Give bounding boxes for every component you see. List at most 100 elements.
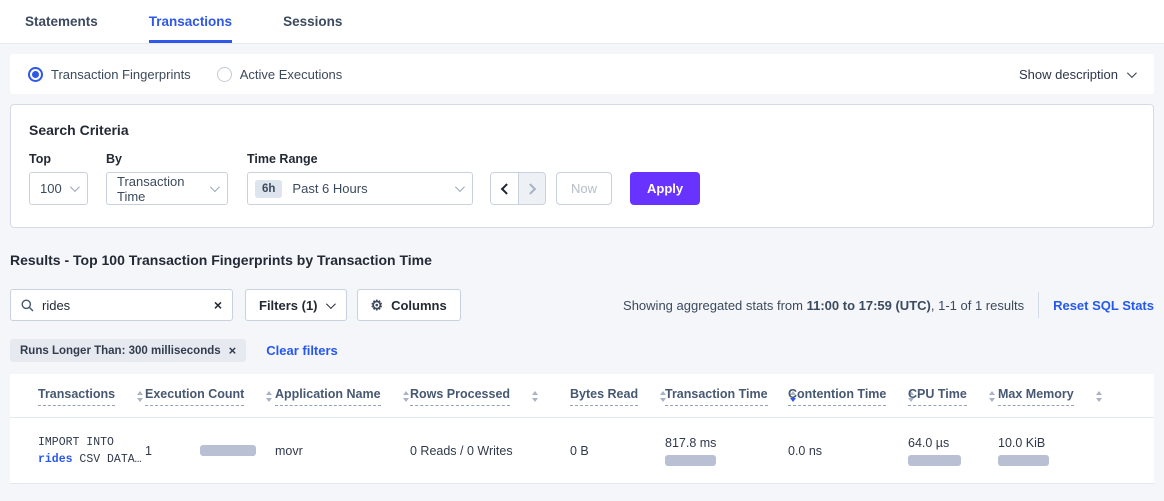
- max-memory-value: 10.0 KiB: [998, 436, 1148, 450]
- remove-filter-icon[interactable]: ×: [229, 344, 237, 357]
- time-range-select[interactable]: 6h Past 6 Hours: [247, 172, 473, 205]
- sort-icon[interactable]: [403, 391, 409, 402]
- results-controls-row: × Filters (1) ⚙ Columns Showing aggregat…: [10, 289, 1154, 321]
- filters-button-label: Filters (1): [259, 298, 318, 313]
- cell-transaction-time: 817.8 ms: [655, 418, 778, 484]
- top-field: Top 100: [29, 152, 106, 205]
- chevron-down-icon: [70, 182, 80, 192]
- chevron-down-icon: [210, 182, 220, 192]
- sort-icon[interactable]: [266, 391, 272, 402]
- by-label: By: [106, 152, 247, 166]
- col-header-bytes-read[interactable]: Bytes Read: [560, 374, 655, 418]
- radio-active-executions[interactable]: Active Executions: [217, 67, 343, 82]
- cell-bytes-read: 0 B: [560, 418, 655, 484]
- sort-icon[interactable]: [137, 391, 143, 402]
- sort-icon[interactable]: [1096, 391, 1102, 402]
- time-prev-button[interactable]: [491, 173, 518, 204]
- table-name-rides[interactable]: rides: [38, 453, 73, 466]
- cell-execution-count: 1: [135, 418, 265, 484]
- rows-processed-value: 0 Reads / 0 Writes: [410, 444, 513, 458]
- radio-transaction-fingerprints[interactable]: Transaction Fingerprints: [28, 67, 191, 82]
- by-select-value: Transaction Time: [117, 174, 210, 204]
- search-criteria-row: Top 100 By Transaction Time Time Range 6…: [29, 152, 1135, 205]
- cell-application-name: movr: [265, 418, 400, 484]
- cell-max-memory: 10.0 KiB: [988, 418, 1154, 484]
- execution-count-value: 1: [145, 444, 152, 458]
- application-name-value: movr: [275, 444, 303, 458]
- tab-statements[interactable]: Statements: [25, 0, 98, 43]
- top-label: Top: [29, 152, 106, 166]
- col-header-application-name[interactable]: Application Name: [265, 374, 400, 418]
- vertical-divider: [1038, 292, 1039, 318]
- contention-time-value: 0.0 ns: [788, 444, 822, 458]
- col-header-rows-processed[interactable]: Rows Processed: [400, 374, 560, 418]
- col-header-execution-count[interactable]: Execution Count: [135, 374, 265, 418]
- top-select[interactable]: 100: [29, 172, 88, 205]
- top-select-value: 100: [40, 181, 62, 196]
- chevron-down-icon: [325, 299, 335, 309]
- columns-button[interactable]: ⚙ Columns: [357, 289, 461, 321]
- transaction-time-bar: [665, 455, 716, 466]
- max-memory-bar: [998, 455, 1049, 466]
- time-range-badge: 6h: [255, 180, 282, 198]
- filters-button[interactable]: Filters (1): [245, 289, 347, 321]
- search-icon: [21, 299, 34, 312]
- reset-sql-stats-link[interactable]: Reset SQL Stats: [1053, 298, 1154, 313]
- chevron-down-icon: [455, 182, 465, 192]
- clear-filters-link[interactable]: Clear filters: [266, 343, 338, 358]
- time-range-label: Time Range: [247, 152, 490, 166]
- time-next-button[interactable]: [518, 173, 545, 204]
- table-row: IMPORT INTO rides CSV DATA… 1 movr: [10, 418, 1154, 484]
- filter-chip-label: Runs Longer Than: 300 milliseconds: [20, 345, 221, 357]
- col-header-transaction-time[interactable]: Transaction Time: [655, 374, 778, 418]
- table-header-row: Transactions Execution Count Application…: [10, 374, 1154, 418]
- page-tabbar: Statements Transactions Sessions: [0, 0, 1164, 44]
- view-radio-group: Transaction Fingerprints Active Executio…: [28, 67, 342, 82]
- time-range-field: Time Range 6h Past 6 Hours: [247, 152, 490, 205]
- tab-sessions[interactable]: Sessions: [283, 0, 342, 43]
- cell-transaction: IMPORT INTO rides CSV DATA…: [10, 418, 135, 484]
- chevron-left-icon: [500, 183, 511, 194]
- sort-icon[interactable]: [532, 391, 538, 402]
- sort-icon[interactable]: [989, 391, 995, 402]
- transaction-fingerprint-link[interactable]: IMPORT INTO rides CSV DATA…: [38, 434, 129, 468]
- show-description-toggle[interactable]: Show description: [1019, 67, 1134, 82]
- columns-button-label: Columns: [391, 298, 447, 313]
- col-header-cpu-time[interactable]: CPU Time: [898, 374, 988, 418]
- apply-button[interactable]: Apply: [630, 172, 700, 205]
- execution-count-bar: [200, 445, 256, 456]
- clear-search-icon[interactable]: ×: [214, 298, 222, 312]
- show-description-label: Show description: [1019, 67, 1118, 82]
- aggregated-stats-text: Showing aggregated stats from 11:00 to 1…: [623, 298, 1024, 313]
- search-box[interactable]: ×: [10, 289, 233, 321]
- col-header-transactions[interactable]: Transactions: [10, 374, 135, 418]
- cell-cpu-time: 64.0 µs: [898, 418, 988, 484]
- radio-unselected-icon: [217, 67, 232, 82]
- chevron-down-icon: [1127, 68, 1137, 78]
- time-range-value: Past 6 Hours: [292, 181, 367, 196]
- cpu-time-value: 64.0 µs: [908, 436, 982, 450]
- stats-period: 11:00 to 17:59 (UTC): [807, 298, 931, 313]
- by-select[interactable]: Transaction Time: [106, 172, 228, 205]
- transactions-page: Statements Transactions Sessions Transac…: [0, 0, 1164, 501]
- gear-icon: ⚙: [371, 298, 384, 312]
- cell-rows-processed: 0 Reads / 0 Writes: [400, 418, 560, 484]
- col-header-contention-time[interactable]: Contention Time: [778, 374, 898, 418]
- cpu-time-bar: [908, 455, 961, 466]
- now-button[interactable]: Now: [556, 172, 612, 205]
- radio-selected-icon: [28, 67, 43, 82]
- results-table-card: Transactions Execution Count Application…: [10, 374, 1154, 484]
- time-nav-group: [490, 172, 546, 205]
- results-table: Transactions Execution Count Application…: [10, 374, 1154, 484]
- cell-contention-time: 0.0 ns: [778, 418, 898, 484]
- search-criteria-title: Search Criteria: [29, 122, 1135, 138]
- col-header-max-memory[interactable]: Max Memory: [988, 374, 1154, 418]
- radio-label: Transaction Fingerprints: [51, 67, 191, 82]
- chevron-right-icon: [525, 183, 536, 194]
- search-criteria-card: Search Criteria Top 100 By Transaction T…: [10, 104, 1154, 228]
- bytes-read-value: 0 B: [570, 444, 589, 458]
- search-input[interactable]: [42, 298, 214, 313]
- results-heading: Results - Top 100 Transaction Fingerprin…: [10, 252, 1154, 268]
- tab-transactions[interactable]: Transactions: [149, 0, 232, 43]
- view-toggle-bar: Transaction Fingerprints Active Executio…: [10, 54, 1154, 94]
